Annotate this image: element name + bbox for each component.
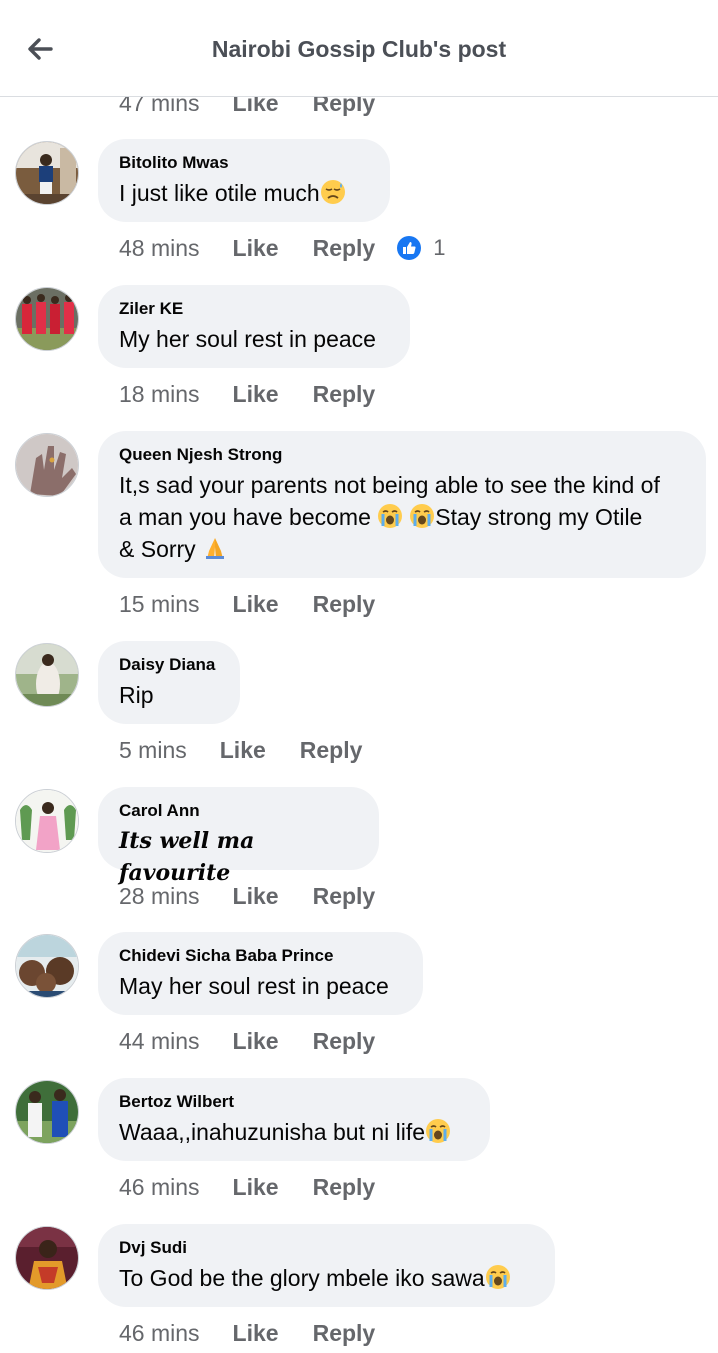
avatar[interactable] xyxy=(15,643,79,707)
like-button[interactable]: Like xyxy=(233,1028,279,1055)
comment-actions: 48 mins Like Reply 1 xyxy=(119,233,445,263)
reply-button[interactable]: Reply xyxy=(313,883,376,910)
comment-bubble: Carol Ann Its well ma favourite xyxy=(98,787,379,886)
reply-button[interactable]: Reply xyxy=(313,381,376,408)
comment-actions: 18 mins Like Reply xyxy=(119,379,409,409)
crying-face-emoji xyxy=(377,503,404,529)
comment-author[interactable]: Queen Njesh Strong xyxy=(119,445,684,465)
comment-actions: 15 mins Like Reply xyxy=(119,589,409,619)
reply-button[interactable]: Reply xyxy=(313,1028,376,1055)
avatar[interactable] xyxy=(15,934,79,998)
comment-time: 44 mins xyxy=(119,1027,200,1054)
comment-text: Rip xyxy=(119,682,154,708)
like-button[interactable]: Like xyxy=(233,1174,279,1201)
reply-button[interactable]: Reply xyxy=(313,235,376,262)
comment-text: Waaa,,inahuzunisha but ni life xyxy=(119,1116,468,1148)
avatar[interactable] xyxy=(15,433,79,497)
crying-face-emoji xyxy=(425,1118,452,1144)
comment-bubble: Dvj Sudi To God be the glory mbele iko s… xyxy=(98,1224,555,1307)
reply-button[interactable]: Reply xyxy=(313,1174,376,1201)
comment-time: 28 mins xyxy=(119,882,200,909)
avatar[interactable] xyxy=(15,789,79,853)
comment-bubble: Queen Njesh Strong It,s sad your parents… xyxy=(98,431,706,578)
comment-author[interactable]: Carol Ann xyxy=(119,801,357,821)
like-button[interactable]: Like xyxy=(233,883,279,910)
like-button[interactable]: Like xyxy=(233,235,279,262)
comment-actions: 44 mins Like Reply xyxy=(119,1026,409,1056)
comment-author[interactable]: Bertoz Wilbert xyxy=(119,1092,468,1112)
comment-text: I just like otile much xyxy=(119,177,368,209)
sad-face-emoji xyxy=(319,179,346,205)
comment-actions: 28 mins Like Reply xyxy=(119,881,409,911)
avatar[interactable] xyxy=(15,1226,79,1290)
reply-button[interactable]: Reply xyxy=(313,591,376,618)
comment-time: 18 mins xyxy=(119,380,200,407)
comment-time: 5 mins xyxy=(119,736,187,763)
comment-text-line: a man you have become xyxy=(119,504,378,530)
like-button[interactable]: Like xyxy=(233,381,279,408)
comment-text-content: Waaa,,inahuzunisha but ni life xyxy=(119,1119,426,1145)
comment-actions: 46 mins Like Reply xyxy=(119,1172,409,1202)
comment-author[interactable]: Chidevi Sicha Baba Prince xyxy=(119,946,401,966)
comment-text-line: It,s sad your parents not being able to … xyxy=(119,472,660,498)
comment-bubble: Ziler KE My her soul rest in peace xyxy=(98,285,410,368)
comment-author[interactable]: Bitolito Mwas xyxy=(119,153,368,173)
comment-author[interactable]: Dvj Sudi xyxy=(119,1238,533,1258)
comment-text: My her soul rest in peace xyxy=(119,326,376,352)
like-button[interactable]: Like xyxy=(233,1320,279,1347)
avatar[interactable] xyxy=(15,1080,79,1144)
praying-hands-emoji xyxy=(206,538,225,559)
comment-time: 48 mins xyxy=(119,234,200,261)
comment-text-content: I just like otile much xyxy=(119,180,320,206)
page-title: Nairobi Gossip Club's post xyxy=(211,36,507,62)
comment-author[interactable]: Ziler KE xyxy=(119,299,388,319)
crying-face-emoji xyxy=(484,1264,511,1290)
avatar[interactable] xyxy=(15,287,79,351)
crying-face-emoji xyxy=(409,503,436,529)
reply-button[interactable]: Reply xyxy=(300,737,363,764)
like-button[interactable]: Like xyxy=(220,737,266,764)
comment-text: To God be the glory mbele iko sawa xyxy=(119,1262,533,1294)
comment-thread: 47 mins Like Reply Bitolito Mwas I just … xyxy=(0,0,718,1353)
comment-bubble: Daisy Diana Rip xyxy=(98,641,240,724)
comment-time: 46 mins xyxy=(119,1319,200,1346)
reply-button[interactable]: Reply xyxy=(313,1320,376,1347)
comment-actions: 5 mins Like Reply xyxy=(119,735,396,765)
comment-time: 15 mins xyxy=(119,590,200,617)
comment-bubble: Bertoz Wilbert Waaa,,inahuzunisha but ni… xyxy=(98,1078,490,1161)
like-button[interactable]: Like xyxy=(233,591,279,618)
comment-author[interactable]: Daisy Diana xyxy=(119,655,218,675)
comment-text-line: & Sorry xyxy=(119,536,203,562)
comment-bubble: Chidevi Sicha Baba Prince May her soul r… xyxy=(98,932,423,1015)
comment-text: It,s sad your parents not being able to … xyxy=(119,469,684,565)
reaction-count[interactable]: 1 xyxy=(433,235,445,261)
comment-actions: 46 mins Like Reply xyxy=(119,1318,409,1348)
comment-text-content: To God be the glory mbele iko sawa xyxy=(119,1265,485,1291)
avatar[interactable] xyxy=(15,141,79,205)
comment-text: May her soul rest in peace xyxy=(119,973,389,999)
comment-text-line: Stay strong my Otile xyxy=(435,504,643,530)
comment-time: 46 mins xyxy=(119,1173,200,1200)
top-bar: Nairobi Gossip Club's post xyxy=(0,0,718,97)
comment-text: Its well ma favourite xyxy=(119,828,255,886)
comment-bubble: Bitolito Mwas I just like otile much xyxy=(98,139,390,222)
thumbs-up-icon[interactable] xyxy=(397,236,422,260)
